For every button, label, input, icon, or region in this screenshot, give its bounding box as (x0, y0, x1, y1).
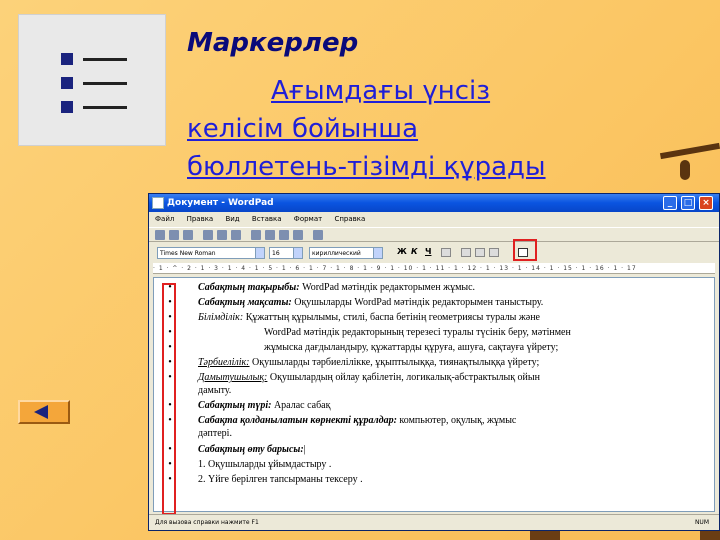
bullets-button-highlight (513, 239, 537, 261)
menu-format[interactable]: Формат (294, 215, 322, 223)
doc-text: компьютер, оқулық, жұмыс (396, 415, 517, 426)
scale-hook-decoration (680, 160, 690, 180)
paste-icon[interactable] (279, 230, 289, 240)
doc-text: Оқушыларды тәрбиелілікке, ұқыптылыққа, т… (249, 357, 540, 368)
charset-select[interactable]: кириллический (309, 247, 383, 259)
format-toolbar: Times New Roman 16 кириллический Ж К Ч (149, 243, 719, 261)
back-arrow-icon (34, 405, 48, 419)
doc-line-6: • Тәрбиелілік: Оқушыларды тәрбиелілікке,… (154, 356, 714, 369)
undo-icon[interactable] (293, 230, 303, 240)
back-button[interactable] (18, 400, 70, 424)
status-text: Для вызова справки нажмите F1 (155, 519, 259, 526)
window-titlebar[interactable]: Документ - WordPad _ □ × (149, 194, 719, 212)
doc-line-12: • Сабақтың өту барысы:| (154, 443, 714, 456)
chevron-down-icon (293, 248, 302, 258)
doc-text: Оқушыларды WordPad мәтіндік редакторымен… (291, 297, 544, 308)
minimize-button[interactable]: _ (663, 196, 677, 210)
font-size-select[interactable]: 16 (269, 247, 303, 259)
body-line-2: келісім бойынша (187, 114, 419, 144)
scale-foot-decoration (530, 530, 560, 540)
standard-toolbar (149, 227, 719, 242)
doc-label: Сабақта қолданылатын көрнекті құралдар: (198, 415, 397, 426)
font-name-value: Times New Roman (160, 250, 216, 257)
underline-button[interactable]: Ч (425, 247, 431, 256)
wordpad-app-icon (152, 197, 164, 209)
doc-line-9: • Сабақтың түрі: Аралас сабақ (154, 399, 714, 412)
print-icon[interactable] (203, 230, 213, 240)
doc-label: Білімділік: (198, 312, 244, 323)
doc-line-13: • 1. Оқушыларды ұйымдастыру . (154, 458, 714, 471)
align-left-icon[interactable] (461, 248, 471, 257)
maximize-button[interactable]: □ (681, 196, 695, 210)
doc-text: дәптері. (198, 428, 232, 439)
body-line-1: Ағымдағы үнсіз (271, 76, 491, 106)
status-bar: Для вызова справки нажмите F1 NUM (149, 514, 719, 530)
ruler: · 1 · ^ · 2 · 1 · 3 · 1 · 4 · 1 · 5 · 1 … (153, 263, 715, 274)
doc-line-2: • Сабақтың мақсаты: Оқушыларды WordPad м… (154, 296, 714, 309)
doc-label: Сабақтың өту барысы: (198, 444, 304, 455)
font-size-value: 16 (272, 250, 280, 257)
doc-text: Құжаттың құрылымы, стилі, баспа бетінің … (243, 312, 540, 323)
menu-insert[interactable]: Вставка (252, 215, 282, 223)
doc-line-8: дамыту. (154, 384, 714, 397)
bulleted-list-icon (18, 14, 166, 146)
window-title: Документ - WordPad (167, 198, 274, 208)
document-area[interactable]: • Сабақтың тақырыбы: WordPad мәтіндік ре… (153, 277, 715, 512)
slide-title: Маркерлер (187, 28, 359, 58)
font-name-select[interactable]: Times New Roman (157, 247, 265, 259)
menu-help[interactable]: Справка (334, 215, 365, 223)
doc-label: Дамытушылық: (198, 372, 268, 383)
align-right-icon[interactable] (489, 248, 499, 257)
open-icon[interactable] (169, 230, 179, 240)
doc-line-4: • WordPad мәтіндік редакторының терезесі… (154, 326, 714, 339)
chevron-down-icon (373, 248, 382, 258)
doc-label: Тәрбиелілік: (198, 357, 250, 368)
doc-line-3: • Білімділік: Құжаттың құрылымы, стилі, … (154, 311, 714, 324)
doc-text: жұмыска дағдыландыру, құжаттарды құруға,… (264, 342, 559, 353)
text-cursor: | (303, 444, 306, 455)
body-line-3: бюллетень-тізімді құрады (187, 152, 546, 182)
doc-text: Оқушылардың ойлау қабілетін, логикалық-а… (267, 372, 540, 383)
italic-button[interactable]: К (411, 247, 418, 256)
find-icon[interactable] (231, 230, 241, 240)
charset-value: кириллический (312, 250, 361, 257)
cut-icon[interactable] (251, 230, 261, 240)
doc-text: WordPad мәтіндік редакторымен жұмыс. (299, 282, 476, 293)
preview-icon[interactable] (217, 230, 227, 240)
wordpad-window: Документ - WordPad _ □ × Файл Правка Вид… (148, 193, 720, 531)
doc-text: WordPad мәтіндік редакторының терезесі т… (264, 327, 571, 338)
doc-label: Сабақтың түрі: (198, 400, 272, 411)
menu-bar: Файл Правка Вид Вставка Формат Справка (149, 212, 719, 227)
align-center-icon[interactable] (475, 248, 485, 257)
new-icon[interactable] (155, 230, 165, 240)
doc-line-7: • Дамытушылық: Оқушылардың ойлау қабілет… (154, 371, 714, 384)
doc-line-10: • Сабақта қолданылатын көрнекті құралдар… (154, 414, 714, 427)
close-button[interactable]: × (699, 196, 713, 210)
copy-icon[interactable] (265, 230, 275, 240)
doc-text: 1. Оқушыларды ұйымдастыру . (198, 459, 332, 470)
doc-line-14: • 2. Үйге берілген тапсырманы тексеру . (154, 473, 714, 486)
slide-body-link[interactable]: Ағымдағы үнсіз келісім бойынша бюллетень… (187, 72, 687, 186)
doc-label: Сабақтың мақсаты: (198, 297, 292, 308)
bullet-column-highlight (162, 283, 176, 515)
doc-line-5: • жұмыска дағдыландыру, құжаттарды құруғ… (154, 341, 714, 354)
color-icon[interactable] (441, 248, 451, 257)
save-icon[interactable] (183, 230, 193, 240)
doc-label: Сабақтың тақырыбы: (198, 282, 300, 293)
menu-edit[interactable]: Правка (187, 215, 214, 223)
doc-text: Аралас сабақ (271, 400, 331, 411)
num-lock-indicator: NUM (694, 519, 709, 526)
bold-button[interactable]: Ж (397, 247, 407, 256)
doc-line-11: дәптері. (154, 427, 714, 440)
menu-view[interactable]: Вид (225, 215, 239, 223)
doc-text: 2. Үйге берілген тапсырманы тексеру . (198, 474, 363, 485)
menu-file[interactable]: Файл (155, 215, 174, 223)
chevron-down-icon (255, 248, 264, 258)
doc-text: дамыту. (198, 385, 232, 396)
date-time-icon[interactable] (313, 230, 323, 240)
doc-line-1: • Сабақтың тақырыбы: WordPad мәтіндік ре… (154, 281, 714, 294)
